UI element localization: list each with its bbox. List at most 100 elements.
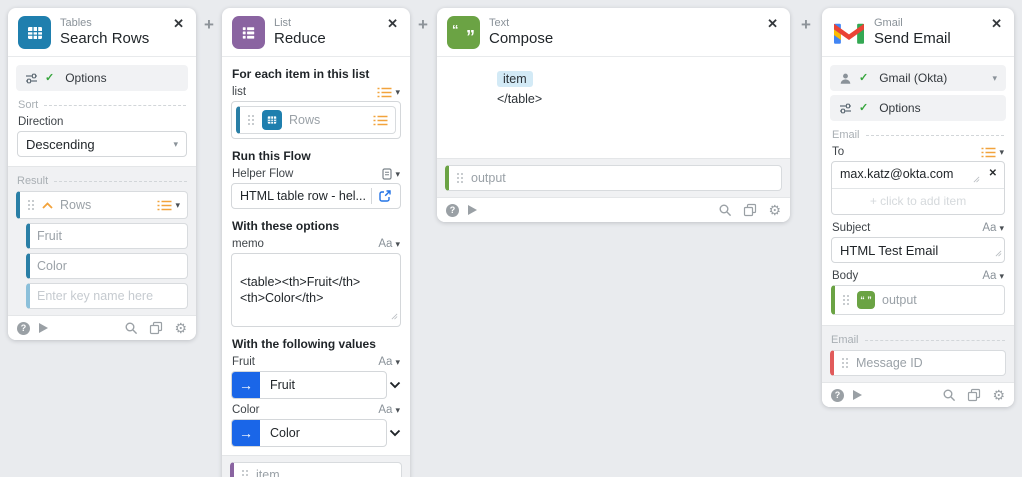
to-input-list: max.katz@okta.com ✕ + click to add item [831, 161, 1005, 215]
close-icon[interactable]: ✕ [765, 16, 780, 32]
drag-handle-icon[interactable] [841, 357, 849, 369]
text-type-control[interactable]: Aa ▾ [982, 270, 1004, 282]
action-name: Compose [489, 30, 553, 48]
mapping-arrow-icon[interactable]: → [232, 372, 260, 398]
output-item-chip[interactable]: item [230, 462, 402, 477]
flow-type-control[interactable]: ▾ [382, 168, 400, 180]
drag-handle-icon[interactable] [27, 199, 35, 211]
caret-down-icon: ▾ [395, 88, 400, 97]
app-name: Tables [60, 17, 149, 30]
gear-icon[interactable]: ⚙ [768, 203, 781, 217]
runflow-heading: Run this Flow [232, 149, 400, 163]
card-footer: ? ⚙ [437, 197, 790, 222]
rows-value-chip[interactable]: Rows [236, 106, 396, 134]
key-field-fruit[interactable]: Fruit [26, 223, 188, 249]
add-step-button[interactable]: + [198, 14, 220, 36]
search-icon[interactable] [942, 388, 956, 402]
search-icon[interactable] [124, 321, 138, 335]
collapse-chevron-icon[interactable] [42, 202, 53, 209]
caret-down-icon: ▾ [175, 201, 180, 210]
account-selector[interactable]: ✓ Gmail (Okta) ▾ [830, 65, 1006, 91]
help-icon[interactable]: ? [446, 204, 459, 217]
fruit-field-label: Fruit [232, 356, 255, 368]
memo-input[interactable]: <table><th>Fruit</th> <th>Color</th> [231, 253, 401, 327]
text-type-control[interactable]: Aa ▾ [378, 238, 400, 250]
add-step-button[interactable]: + [795, 14, 817, 36]
helper-flow-input[interactable]: HTML table row - hel... [231, 183, 401, 209]
outputs-area: output [437, 158, 790, 197]
close-icon[interactable]: ✕ [385, 16, 400, 32]
to-recipient-value: max.katz@okta.com [840, 167, 953, 181]
search-icon[interactable] [718, 203, 732, 217]
key-field-color[interactable]: Color [26, 253, 188, 279]
drag-handle-icon[interactable] [456, 172, 464, 184]
add-step-button[interactable]: + [412, 14, 434, 36]
list-type-control[interactable]: ▾ [981, 147, 1004, 158]
open-flow-link-icon[interactable] [378, 189, 392, 203]
close-icon[interactable]: ✕ [989, 16, 1004, 32]
action-name: Send Email [874, 30, 951, 48]
direction-select[interactable]: Descending ▾ [17, 131, 187, 157]
to-recipient-input[interactable]: max.katz@okta.com ✕ [832, 162, 1004, 189]
mapping-arrow-icon[interactable]: → [232, 420, 260, 446]
expand-chevron-icon[interactable] [389, 381, 401, 389]
expand-chevron-icon[interactable] [389, 429, 401, 437]
key-field-new[interactable]: Enter key name here [26, 283, 188, 309]
body-value-chip[interactable]: “ ” output [831, 285, 1005, 315]
drag-handle-icon[interactable] [842, 294, 850, 306]
card-header: “ ” Text Compose ✕ [437, 8, 790, 57]
add-recipient-button[interactable]: + click to add item [832, 189, 1004, 214]
help-icon[interactable]: ? [17, 322, 30, 335]
options-button[interactable]: ✓ Options [830, 95, 1006, 121]
memo-value: <table><th>Fruit</th> <th>Color</th> [240, 275, 360, 305]
remove-recipient-icon[interactable]: ✕ [989, 168, 997, 179]
options-button[interactable]: ✓ Options [16, 65, 188, 91]
helper-flow-label: Helper Flow [232, 168, 293, 180]
fruit-value-input[interactable]: → Fruit [231, 371, 387, 399]
list-type-control[interactable]: ▾ [377, 87, 400, 98]
test-play-icon[interactable] [39, 323, 48, 333]
gear-icon[interactable]: ⚙ [174, 321, 187, 335]
card-footer: ? ⚙ [822, 382, 1014, 407]
close-icon[interactable]: ✕ [171, 16, 186, 32]
subject-input[interactable]: HTML Test Email [831, 237, 1005, 263]
workflow-canvas: + + + Tables Search Rows ✕ ✓ Options Sor… [0, 0, 1022, 477]
resize-handle-icon[interactable] [391, 308, 398, 324]
list-type-icon [373, 115, 388, 126]
section-divider [865, 340, 1005, 341]
list-input-box[interactable]: Rows [231, 101, 401, 139]
memo-label: memo [232, 238, 264, 250]
copy-icon[interactable] [149, 321, 163, 335]
test-play-icon[interactable] [468, 205, 477, 215]
compose-text-editor[interactable]: item </table> [437, 57, 790, 158]
message-id-output-chip[interactable]: Message ID [830, 350, 1006, 376]
test-play-icon[interactable] [853, 390, 862, 400]
drag-handle-icon[interactable] [247, 114, 255, 126]
check-icon: ✓ [859, 73, 868, 84]
list-type-control[interactable]: ▾ [157, 200, 180, 211]
list-type-icon [157, 200, 172, 211]
copy-icon[interactable] [967, 388, 981, 402]
text-type-control[interactable]: Aa ▾ [982, 222, 1004, 234]
drag-handle-icon[interactable] [241, 469, 249, 477]
resize-handle-icon[interactable] [995, 245, 1002, 260]
list-field-label: list [232, 86, 246, 98]
quote-open-glyph: “ [452, 23, 459, 36]
outputs-area: item [222, 455, 410, 477]
text-type-control[interactable]: Aa ▾ [378, 404, 400, 416]
output-chip[interactable]: output [445, 165, 782, 191]
help-icon[interactable]: ? [831, 389, 844, 402]
caret-down-icon: ▾ [173, 140, 178, 149]
gear-icon[interactable]: ⚙ [992, 388, 1005, 402]
direction-label: Direction [18, 116, 63, 128]
foreach-heading: For each item in this list [232, 67, 400, 81]
item-token-chip[interactable]: item [497, 71, 533, 87]
subject-field-label: Subject [832, 222, 870, 234]
resize-handle-icon[interactable] [973, 172, 980, 186]
key-name: Color [37, 259, 67, 273]
text-type-control[interactable]: Aa ▾ [378, 356, 400, 368]
card-header: Tables Search Rows ✕ [8, 8, 196, 57]
copy-icon[interactable] [743, 203, 757, 217]
output-rows-chip[interactable]: Rows ▾ [16, 191, 188, 219]
color-value-input[interactable]: → Color [231, 419, 387, 447]
